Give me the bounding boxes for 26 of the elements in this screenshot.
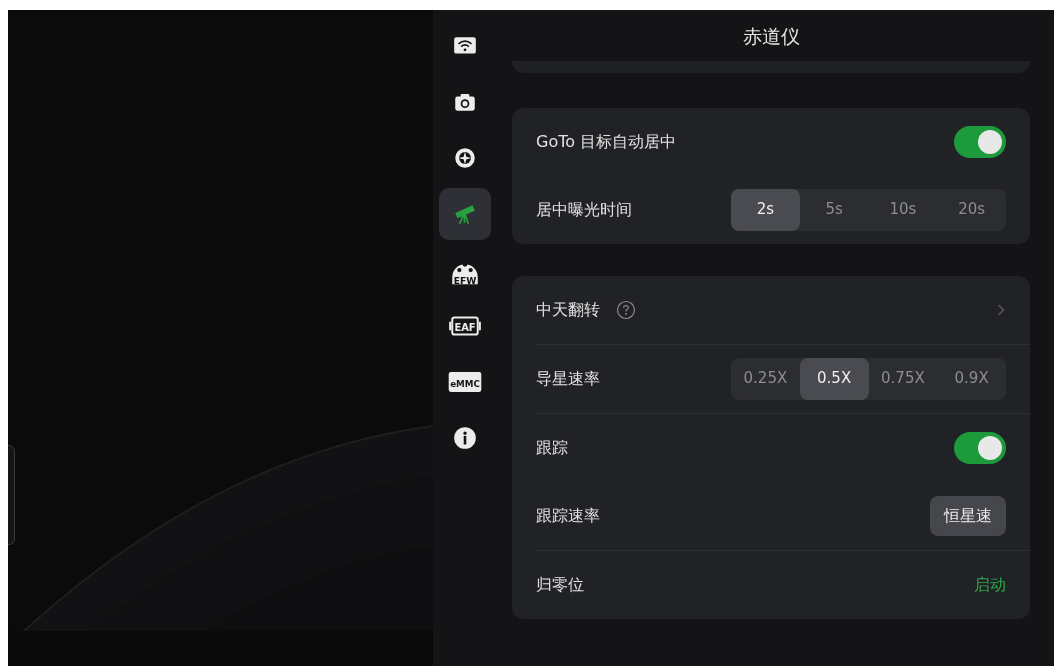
toggle-switch[interactable] (954, 431, 1006, 464)
setting-label: 中天翻转 (536, 298, 600, 321)
segment-option[interactable]: 0.9X (937, 357, 1006, 400)
segment-option[interactable]: 0.5X (799, 357, 869, 400)
setting-label: 归零位 (536, 573, 584, 596)
segment-option[interactable]: 10s (868, 188, 938, 231)
crosshair-icon (452, 145, 478, 171)
sidebar-item[interactable]: eMMC (439, 356, 491, 408)
toggle-switch[interactable] (954, 125, 1006, 158)
help-icon[interactable] (616, 299, 636, 320)
setting-label: 跟踪 (536, 436, 568, 459)
sidebar-item[interactable]: EAF (439, 300, 491, 352)
panel-title: 赤道仪 (742, 24, 800, 49)
segment-option[interactable]: 0.25X (731, 357, 800, 400)
segment-option[interactable]: 0.75X (868, 357, 938, 400)
setting-label: 导星速率 (536, 367, 600, 390)
segment-option[interactable]: 5s (799, 188, 869, 231)
tracking-rate-button[interactable]: 恒星速 (930, 495, 1006, 536)
info-icon (452, 425, 478, 451)
start-link[interactable]: 启动 (974, 572, 1006, 597)
setting-label: GoTo 目标自动居中 (536, 130, 677, 153)
segment-option[interactable]: 2s (731, 188, 800, 231)
setting-label: 跟踪速率 (536, 504, 600, 527)
segment-option[interactable]: 20s (937, 188, 1006, 231)
sidebar-item[interactable]: EFW (439, 244, 491, 296)
setting-label: 居中曝光时间 (536, 198, 632, 221)
